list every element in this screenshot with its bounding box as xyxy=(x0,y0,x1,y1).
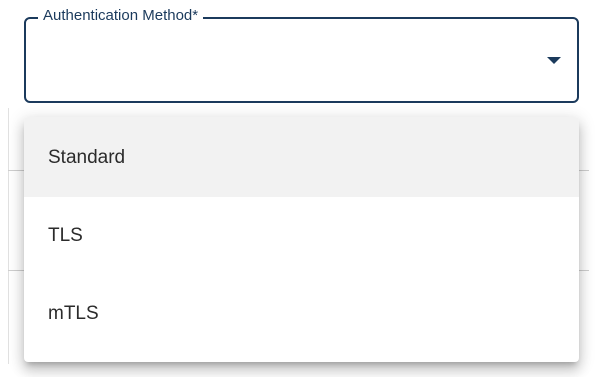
menu-option-label: Standard xyxy=(48,147,126,168)
authentication-method-label: Authentication Method* xyxy=(38,6,204,26)
menu-option-label: TLS xyxy=(48,225,83,246)
background-panel-edge xyxy=(8,108,9,364)
authentication-method-select[interactable]: Authentication Method* xyxy=(24,6,579,103)
menu-option-tls[interactable]: TLS xyxy=(24,197,579,275)
menu-option-mtls[interactable]: mTLS xyxy=(24,275,579,353)
authentication-method-menu: Standard TLS mTLS xyxy=(24,117,579,362)
menu-option-standard[interactable]: Standard xyxy=(24,117,579,197)
chevron-down-icon[interactable] xyxy=(547,57,561,64)
page: Authentication Method* Standard TLS mTLS xyxy=(0,0,597,377)
menu-option-label: mTLS xyxy=(48,303,99,324)
